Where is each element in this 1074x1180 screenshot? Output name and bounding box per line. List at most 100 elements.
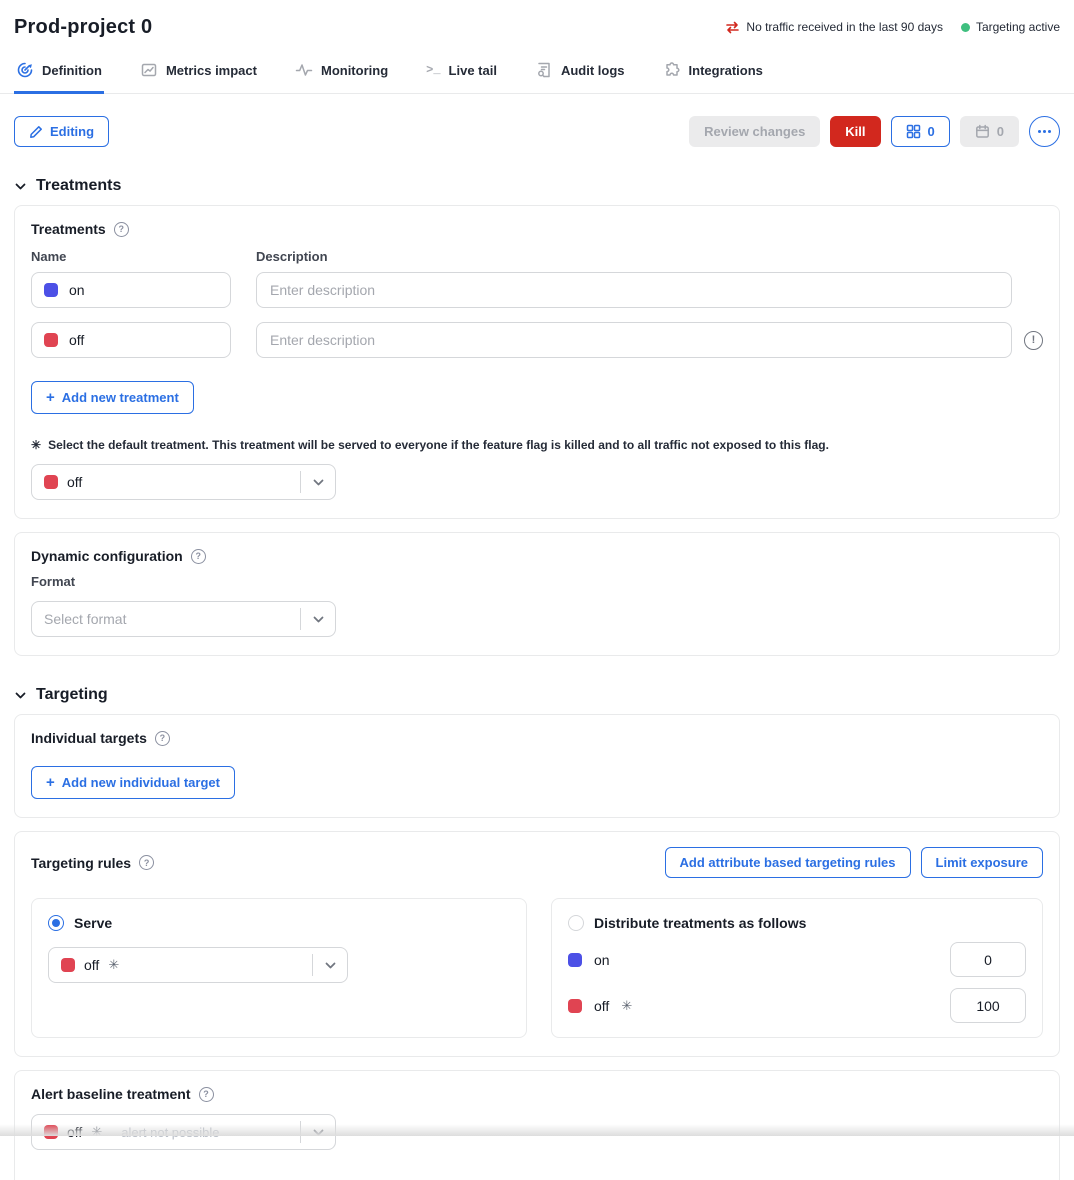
targeting-rules-header: Targeting rules ? Add attribute based ta…	[31, 847, 1043, 878]
terminal-icon: >_	[426, 63, 440, 77]
versions-count: 0	[928, 124, 935, 139]
kill-button[interactable]: Kill	[830, 116, 880, 147]
alert-baseline-header: Alert baseline treatment ?	[31, 1086, 1043, 1102]
serve-radio[interactable]	[48, 915, 64, 931]
treatment-name-field[interactable]: off	[31, 322, 231, 358]
default-note-text: Select the default treatment. This treat…	[48, 438, 829, 452]
plus-icon: +	[46, 774, 55, 791]
targeting-section-title: Targeting	[36, 686, 108, 704]
treatment-name: off	[69, 332, 84, 348]
treatment-row: off !	[31, 322, 1043, 358]
treatment-row: on	[31, 272, 1043, 308]
add-new-treatment-button[interactable]: + Add new treatment	[31, 381, 194, 414]
distribute-treatment-name: off	[594, 998, 609, 1014]
help-icon[interactable]: ?	[191, 549, 206, 564]
default-treatment-value: off	[67, 474, 82, 490]
distribute-panel: Distribute treatments as follows on off …	[551, 898, 1043, 1038]
limit-exposure-label: Limit exposure	[936, 855, 1028, 870]
chevron-down-icon	[301, 476, 335, 489]
tab-live-tail[interactable]: >_ Live tail	[424, 53, 499, 94]
limit-exposure-button[interactable]: Limit exposure	[921, 847, 1043, 878]
treatments-section-title: Treatments	[36, 177, 121, 195]
distribute-row: on	[568, 942, 1026, 977]
add-attribute-rules-button[interactable]: Add attribute based targeting rules	[665, 847, 911, 878]
schedule-button[interactable]: 0	[960, 116, 1019, 147]
distribute-option[interactable]: Distribute treatments as follows	[568, 915, 1026, 931]
treatment-description-input[interactable]	[256, 272, 1012, 308]
editing-label: Editing	[50, 124, 94, 139]
default-marker-icon: ✳	[621, 998, 632, 1014]
toolbar-right: Review changes Kill 0 0	[689, 116, 1060, 147]
chevron-down-icon	[313, 959, 347, 972]
status-area: No traffic received in the last 90 days …	[725, 20, 1060, 34]
distribute-percent-input[interactable]	[950, 988, 1026, 1023]
serve-option[interactable]: Serve	[48, 915, 510, 931]
treatment-name: on	[69, 282, 85, 298]
treatment-color-swatch	[568, 953, 582, 967]
pencil-icon	[29, 125, 43, 139]
individual-targets-card: Individual targets ? + Add new individua…	[14, 714, 1060, 818]
tab-metrics-impact[interactable]: Metrics impact	[138, 53, 259, 94]
treatments-card: Treatments ? Name Description on off ! +…	[14, 205, 1060, 519]
distribute-treatment-name: on	[594, 952, 610, 968]
warning-icon[interactable]: !	[1024, 331, 1043, 350]
treatments-card-title: Treatments	[31, 221, 106, 237]
distribute-label: Distribute treatments as follows	[594, 915, 806, 931]
grid-icon	[906, 124, 921, 139]
format-select[interactable]: Select format	[31, 601, 336, 637]
treatment-color-swatch[interactable]	[44, 283, 58, 297]
treatment-name-field[interactable]: on	[31, 272, 231, 308]
help-icon[interactable]: ?	[155, 731, 170, 746]
monitoring-pulse-icon	[295, 61, 313, 79]
distribute-row: off ✳	[568, 988, 1026, 1023]
serve-panel: Serve off ✳	[31, 898, 527, 1038]
chevron-down-icon	[14, 180, 27, 193]
serve-options: Serve off ✳ Distribute treatments as fol…	[31, 898, 1043, 1038]
add-individual-target-label: Add new individual target	[62, 775, 220, 790]
tab-integrations[interactable]: Integrations	[661, 53, 765, 94]
default-treatment-select[interactable]: off	[31, 464, 336, 500]
add-treatment-label: Add new treatment	[62, 390, 179, 405]
targeting-rules-card: Targeting rules ? Add attribute based ta…	[14, 831, 1060, 1057]
tab-monitoring[interactable]: Monitoring	[293, 53, 390, 94]
more-options-button[interactable]	[1029, 116, 1060, 147]
schedule-count: 0	[997, 124, 1004, 139]
dynamic-config-header: Dynamic configuration ?	[31, 548, 1043, 564]
help-icon[interactable]: ?	[199, 1087, 214, 1102]
column-headers: Name Description	[31, 249, 1043, 264]
distribute-percent-input[interactable]	[950, 942, 1026, 977]
traffic-status-text: No traffic received in the last 90 days	[746, 20, 943, 34]
tab-audit-logs[interactable]: Audit logs	[533, 53, 627, 94]
help-icon[interactable]: ?	[139, 855, 154, 870]
description-column-header: Description	[256, 249, 328, 264]
format-label: Format	[31, 574, 1043, 589]
serve-treatment-select[interactable]: off ✳	[48, 947, 348, 983]
treatment-color-swatch	[61, 958, 75, 972]
review-changes-label: Review changes	[704, 124, 805, 139]
calendar-icon	[975, 124, 990, 139]
audit-log-icon	[535, 61, 553, 79]
versions-button[interactable]: 0	[891, 116, 950, 147]
serve-treatment-value: off	[84, 957, 99, 973]
alert-baseline-title: Alert baseline treatment	[31, 1086, 191, 1102]
editing-button[interactable]: Editing	[14, 116, 109, 147]
tab-label: Audit logs	[561, 63, 625, 78]
treatment-color-swatch[interactable]	[44, 333, 58, 347]
dynamic-configuration-card: Dynamic configuration ? Format Select fo…	[14, 532, 1060, 656]
treatments-section-header[interactable]: Treatments	[14, 177, 1060, 195]
add-individual-target-button[interactable]: + Add new individual target	[31, 766, 235, 799]
page-header: Prod-project 0 No traffic received in th…	[0, 0, 1074, 39]
tab-definition[interactable]: Definition	[14, 53, 104, 94]
chevron-down-icon	[14, 689, 27, 702]
treatment-color-swatch	[568, 999, 582, 1013]
targeting-section-header[interactable]: Targeting	[14, 686, 1060, 704]
default-treatment-note: ✳ Select the default treatment. This tre…	[31, 438, 1043, 452]
default-marker-icon: ✳	[108, 957, 119, 973]
help-icon[interactable]: ?	[114, 222, 129, 237]
plus-icon: +	[46, 389, 55, 406]
distribute-radio[interactable]	[568, 915, 584, 931]
treatment-description-input[interactable]	[256, 322, 1012, 358]
tab-label: Metrics impact	[166, 63, 257, 78]
name-column-header: Name	[31, 249, 256, 264]
review-changes-button[interactable]: Review changes	[689, 116, 820, 147]
